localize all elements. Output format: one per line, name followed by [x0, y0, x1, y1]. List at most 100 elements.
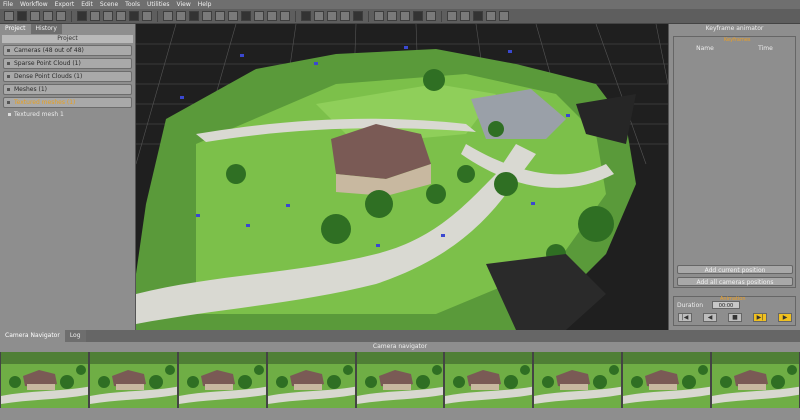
status-strip: [0, 408, 800, 420]
box-icon[interactable]: [374, 11, 384, 21]
tab-camera-navigator[interactable]: Camera Navigator: [0, 330, 65, 342]
tree-item-textured-mesh-1[interactable]: Textured mesh 1: [8, 110, 132, 119]
menu-view[interactable]: View: [177, 0, 191, 9]
menu-help[interactable]: Help: [198, 0, 212, 9]
vr-icon[interactable]: [499, 11, 509, 21]
info-icon[interactable]: [486, 11, 496, 21]
camera-thumbnail[interactable]: [534, 352, 622, 408]
stop-icon[interactable]: [43, 11, 53, 21]
tree-item-dense-clouds[interactable]: Dense Point Clouds (1): [3, 71, 132, 82]
open-icon[interactable]: [17, 11, 27, 21]
tree-item-meshes[interactable]: Meshes (1): [3, 84, 132, 95]
measure-icon[interactable]: [426, 11, 436, 21]
thumbnail-image: [89, 352, 177, 408]
fill-icon[interactable]: [215, 11, 225, 21]
mesh-icon[interactable]: [301, 11, 311, 21]
export-icon[interactable]: [314, 11, 324, 21]
bottom-tabs: Camera Navigator Log: [0, 330, 800, 342]
menu-edit[interactable]: Edit: [81, 0, 93, 9]
3d-viewport[interactable]: [136, 24, 668, 330]
thumbnail-image: [534, 352, 622, 408]
scale-icon[interactable]: [189, 11, 199, 21]
toolbar-separator: [368, 10, 369, 22]
col-name: Name: [696, 45, 714, 52]
prev-frame-button[interactable]: ◀: [703, 313, 717, 322]
thumbnail-image: [356, 352, 444, 408]
camera-thumbnail[interactable]: [712, 352, 800, 408]
stop-button[interactable]: ■: [728, 313, 742, 322]
menu-scene[interactable]: Scene: [100, 0, 118, 9]
tree-item-cameras[interactable]: Cameras (48 out of 48): [3, 45, 132, 56]
axis-icon[interactable]: [447, 11, 457, 21]
color-icon[interactable]: [460, 11, 470, 21]
tab-log[interactable]: Log: [64, 330, 86, 342]
zoom-fit-icon[interactable]: [103, 11, 113, 21]
add-all-cameras-button[interactable]: Add all cameras positions: [677, 277, 793, 286]
menu-utilities[interactable]: Utilities: [147, 0, 170, 9]
graph-icon[interactable]: [473, 11, 483, 21]
brush-icon[interactable]: [176, 11, 186, 21]
cube-icon[interactable]: [413, 11, 423, 21]
texture-icon[interactable]: [280, 11, 290, 21]
thumbnail-image: [445, 352, 533, 408]
light-icon[interactable]: [116, 11, 126, 21]
checker-icon[interactable]: [228, 11, 238, 21]
new-icon[interactable]: [4, 11, 14, 21]
keyframes-group: Keyframes Name Time: [673, 36, 796, 288]
camera-thumbnail[interactable]: [267, 352, 355, 408]
orbit-icon[interactable]: [90, 11, 100, 21]
menu-tools[interactable]: Tools: [125, 0, 140, 9]
toolbar-separator: [157, 10, 158, 22]
menu-bar: File Workflow Export Edit Scene Tools Utilitie…: [0, 0, 800, 9]
camera-thumbnail[interactable]: [623, 352, 711, 408]
save-icon[interactable]: [30, 11, 40, 21]
keyframes-label: Keyframes: [724, 37, 751, 43]
camera-thumbnail[interactable]: [89, 352, 177, 408]
thumbnail-image: [712, 352, 800, 408]
play-button[interactable]: ▶: [778, 313, 792, 322]
next-frame-button[interactable]: ▶|: [753, 313, 767, 322]
tab-project[interactable]: Project: [0, 24, 31, 34]
duration-label: Duration: [677, 302, 704, 309]
duration-input[interactable]: 00:00: [712, 301, 740, 309]
point-icon[interactable]: [267, 11, 277, 21]
thumbnail-image: [178, 352, 266, 408]
camera-thumbnail[interactable]: [445, 352, 533, 408]
scene-render: [136, 24, 668, 330]
toolbar: [0, 9, 800, 24]
menu-export[interactable]: Export: [55, 0, 75, 9]
camera-thumbnail[interactable]: [1, 352, 88, 408]
menu-workflow[interactable]: Workflow: [20, 0, 48, 9]
focus-icon[interactable]: [340, 11, 350, 21]
wire-icon[interactable]: [254, 11, 264, 21]
pen-icon[interactable]: [163, 11, 173, 21]
toolbar-separator: [71, 10, 72, 22]
sphere-icon[interactable]: [353, 11, 363, 21]
add-current-position-button[interactable]: Add current position: [677, 265, 793, 274]
project-tabs: Project History: [0, 24, 135, 34]
project-header: Project: [2, 35, 133, 43]
thumbnail-image: [623, 352, 711, 408]
first-frame-button[interactable]: |◀: [678, 313, 692, 322]
camera-icon[interactable]: [56, 11, 66, 21]
camera-thumbnail[interactable]: [356, 352, 444, 408]
screenshot-icon[interactable]: [327, 11, 337, 21]
keyframes-header: Name Time: [674, 45, 795, 52]
render-icon[interactable]: [400, 11, 410, 21]
wire-box-icon[interactable]: [387, 11, 397, 21]
grid-icon[interactable]: [241, 11, 251, 21]
camera-thumbnails: [0, 352, 800, 408]
cut-icon[interactable]: [202, 11, 212, 21]
camera-thumbnail[interactable]: [178, 352, 266, 408]
frame-icon[interactable]: [142, 11, 152, 21]
tab-history[interactable]: History: [30, 24, 62, 34]
camera-view-icon[interactable]: [129, 11, 139, 21]
tree-item-sparse-cloud[interactable]: Sparse Point Cloud (1): [3, 58, 132, 69]
playback-controls: |◀ ◀ ■ ▶| ▶: [678, 313, 792, 322]
tree-item-textured-meshes[interactable]: Textured meshes (1): [3, 97, 132, 108]
keyframe-panel: Keyframe animator Keyframes Name Time Ad…: [668, 24, 800, 330]
menu-file[interactable]: File: [3, 0, 13, 9]
animation-group: Animation Duration 00:00 |◀ ◀ ■ ▶| ▶: [673, 296, 796, 326]
camera-navigator-title: Camera navigator: [0, 342, 800, 352]
rotate-icon[interactable]: [77, 11, 87, 21]
